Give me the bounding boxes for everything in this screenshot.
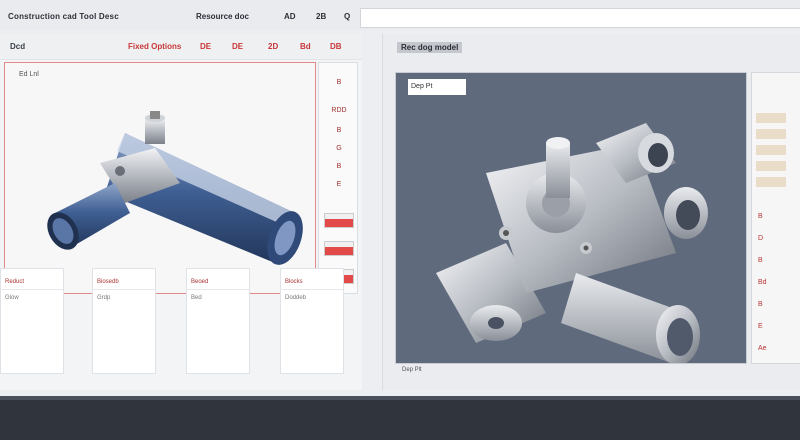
menu-item-ad[interactable]: AD	[284, 12, 296, 21]
side-label-b2: B	[758, 257, 763, 264]
left-tab-de-2[interactable]: DE	[232, 42, 243, 51]
side-label-e: E	[758, 323, 763, 330]
side-label-ae: Ae	[758, 345, 767, 352]
left-3d-viewport[interactable]: Ed Lnl	[4, 62, 316, 294]
left-tab-dcd[interactable]: Dcd	[10, 42, 25, 51]
card-title: Reduct	[5, 279, 25, 285]
menu-item-q[interactable]: Q	[344, 12, 350, 21]
side-label-b2: B	[336, 127, 342, 134]
left-tab-fixed-options[interactable]: Fixed Options	[128, 42, 181, 51]
left-panel: Dcd Fixed Options DE DE 2D Bd DB Ed Lnl	[0, 34, 362, 390]
card-subtitle: Grdp	[97, 295, 111, 301]
card-subtitle: Bed	[191, 295, 202, 301]
color-swatch-2[interactable]	[324, 241, 354, 256]
side-label-e: E	[336, 181, 342, 188]
top-header: Construction cad Tool Desc Resource doc …	[0, 0, 800, 30]
taskbar-strip	[0, 396, 800, 400]
card-row: Reduct Glow Biosedb Grdp Beoed Bed Block…	[0, 268, 362, 388]
left-tab-2d[interactable]: 2D	[268, 42, 278, 51]
left-properties-panel: B RDD B G B E	[318, 62, 358, 294]
side-label-b1: B	[758, 213, 763, 220]
side-label-bd: Bd	[758, 279, 767, 286]
side-label-rdd: RDD	[331, 107, 347, 114]
divider	[93, 289, 155, 290]
left-tab-de-1[interactable]: DE	[200, 42, 211, 51]
property-row[interactable]	[756, 161, 786, 171]
right-properties-panel: B D B Bd B E Ae	[751, 72, 800, 364]
viewport-caption: Dep Pt	[408, 79, 466, 95]
menu-item-2b[interactable]: 2B	[316, 12, 326, 21]
property-row[interactable]	[756, 129, 786, 139]
taskbar	[0, 396, 800, 440]
side-label-g: G	[336, 145, 342, 152]
card-title: Blocks	[285, 279, 303, 285]
property-row[interactable]	[756, 177, 786, 187]
color-swatch-1[interactable]	[324, 213, 354, 228]
card[interactable]: Biosedb Grdp	[92, 268, 156, 374]
card-subtitle: Glow	[5, 295, 19, 301]
model-title: Rec dog model	[397, 42, 463, 53]
right-panel: Rec dog model Dep Pt Dep Plt B D B Bd B …	[382, 34, 800, 390]
search-input[interactable]	[360, 8, 800, 28]
property-row[interactable]	[756, 145, 786, 155]
left-tab-bd[interactable]: Bd	[300, 42, 311, 51]
divider	[187, 289, 249, 290]
pipe-fitting-model[interactable]	[5, 63, 315, 293]
card[interactable]: Beoed Bed	[186, 268, 250, 374]
property-row[interactable]	[756, 113, 786, 123]
card-title: Beoed	[191, 279, 209, 285]
card[interactable]: Blocks Doddeb	[280, 268, 344, 374]
card-subtitle: Doddeb	[285, 295, 307, 301]
divider	[281, 289, 343, 290]
side-label-d: D	[758, 235, 764, 242]
valve-assembly-model[interactable]	[396, 73, 746, 365]
side-label-b1: B	[336, 79, 342, 86]
left-header: Dcd Fixed Options DE DE 2D Bd DB	[0, 34, 362, 60]
viewport-caption: Ed Lnl	[19, 71, 39, 78]
viewport-footer: Dep Plt	[402, 367, 422, 373]
side-label-b3: B	[758, 301, 763, 308]
side-label-b3: B	[336, 163, 342, 170]
left-tab-db[interactable]: DB	[330, 42, 342, 51]
card[interactable]: Reduct Glow	[0, 268, 64, 374]
menu-item-resource[interactable]: Resource doc	[196, 12, 249, 21]
app-title: Construction cad Tool Desc	[8, 12, 119, 21]
card-title: Biosedb	[97, 279, 119, 285]
divider	[1, 289, 63, 290]
right-3d-viewport[interactable]: Dep Pt Dep Plt	[395, 72, 747, 373]
